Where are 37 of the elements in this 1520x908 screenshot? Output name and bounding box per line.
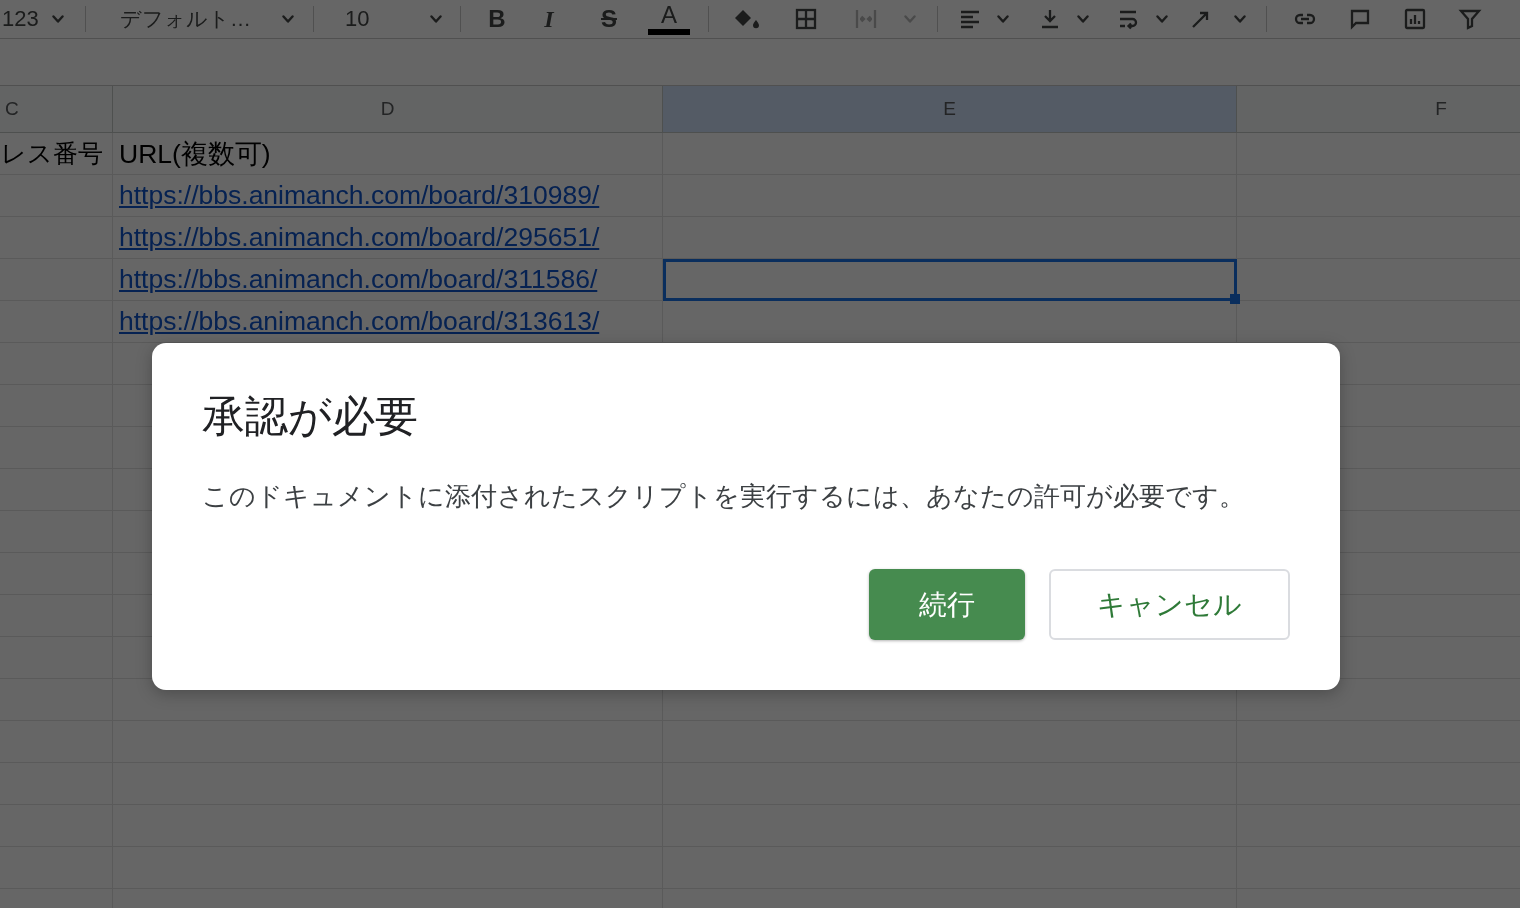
caret-icon [904, 15, 916, 23]
merge-cells-icon [854, 7, 878, 31]
strikethrough-button[interactable]: S [593, 2, 625, 36]
url-link[interactable]: https://bbs.animanch.com/board/295651/ [119, 222, 600, 253]
table-cell: レス番号 [0, 133, 113, 175]
filter-icon [1458, 7, 1482, 31]
url-link[interactable]: https://bbs.animanch.com/board/310989/ [119, 180, 600, 211]
dialog-message: このドキュメントに添付されたスクリプトを実行するには、あなたの許可が必要です。 [202, 480, 1245, 513]
cancel-button[interactable]: キャンセル [1049, 569, 1290, 640]
bar-chart-icon [1403, 7, 1427, 31]
borders-icon [794, 7, 818, 31]
caret-icon [1234, 15, 1246, 23]
column-header[interactable]: C [0, 86, 113, 133]
column-header[interactable]: F [1237, 86, 1520, 133]
caret-icon [997, 15, 1009, 23]
column-header[interactable]: E [663, 86, 1237, 133]
bold-button[interactable]: B [481, 2, 513, 36]
font-dropdown[interactable]: デフォルト… [105, 2, 300, 36]
italic-button[interactable]: I [533, 2, 565, 36]
caret-icon [282, 15, 294, 23]
url-link[interactable]: https://bbs.animanch.com/board/313613/ [119, 306, 600, 337]
fill-handle[interactable] [1230, 294, 1240, 304]
dialog-title: 承認が必要 [202, 391, 418, 442]
color-bar-icon [648, 29, 690, 35]
table-cell: URL(複数可) [113, 133, 663, 175]
number-format-dropdown[interactable]: 123 [0, 2, 72, 36]
text-color-button[interactable]: A [648, 1, 690, 37]
caret-icon [1077, 15, 1089, 23]
font-size-dropdown[interactable]: 10 [330, 2, 450, 36]
column-header[interactable]: D [113, 86, 663, 133]
caret-icon [52, 15, 64, 23]
continue-button[interactable]: 続行 [869, 569, 1025, 640]
caret-icon [430, 15, 442, 23]
comment-icon [1348, 7, 1372, 31]
caret-icon [1156, 15, 1168, 23]
paint-bucket-icon [733, 7, 761, 31]
url-link[interactable]: https://bbs.animanch.com/board/311586/ [119, 264, 598, 295]
